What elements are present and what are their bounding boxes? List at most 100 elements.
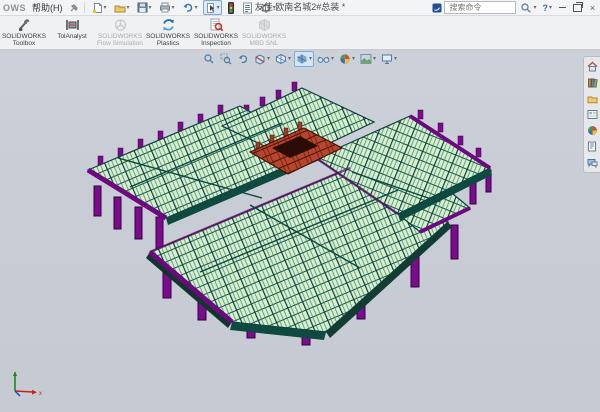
new-document-icon [92, 2, 103, 14]
plastics-icon [161, 18, 176, 32]
hide-show-items-button[interactable]: ▾ [315, 51, 336, 67]
graphics-viewport[interactable]: x ▾ ▾ ▾ [0, 48, 600, 412]
heads-up-view-toolbar: ▾ ▾ ▾ ▾ ▾ ▾ ▾ [201, 51, 399, 67]
restore-icon [573, 4, 582, 12]
dropdown-caret[interactable]: ▾ [352, 56, 355, 62]
addin-tolanalyst[interactable]: TolAnalyst [48, 17, 96, 49]
addin-solidworks-toolbox[interactable]: SOLIDWORKS Toolbox [0, 17, 48, 49]
document-title: 友佳.欧南名城2#总装 * [255, 0, 346, 15]
dropdown-caret[interactable]: ▾ [309, 56, 312, 62]
dropdown-caret[interactable]: ▾ [267, 56, 270, 62]
file-properties-button[interactable] [240, 0, 255, 15]
tab-view-palette[interactable] [586, 108, 599, 121]
close-button[interactable]: × [586, 2, 599, 14]
triad-x-label: x [39, 391, 42, 397]
help-glyph: ? [542, 3, 548, 13]
zoom-to-fit-icon [203, 53, 215, 65]
view-orientation-icon [275, 53, 287, 65]
tolanalyst-icon [65, 18, 80, 32]
dropdown-caret[interactable]: ▾ [394, 56, 397, 62]
pin-icon[interactable] [69, 3, 79, 13]
addin-flow-simulation[interactable]: SOLIDWORKS Flow Simulation [96, 17, 144, 49]
dropdown-caret[interactable]: ▾ [195, 5, 198, 11]
search-box[interactable] [444, 1, 516, 14]
solidworks-logo-fragment: OWS [3, 3, 26, 13]
addin-plastics[interactable]: SOLIDWORKS Plastics [144, 17, 192, 49]
print-icon [159, 2, 171, 13]
appearances-ball-icon [587, 125, 598, 136]
dropdown-caret[interactable]: ▾ [549, 5, 552, 11]
minimize-button[interactable] [556, 2, 569, 14]
zoom-to-area-button[interactable] [218, 51, 234, 67]
open-folder-icon [114, 2, 126, 14]
dropdown-caret[interactable]: ▾ [127, 5, 130, 11]
flow-simulation-icon [113, 18, 128, 32]
dropdown-caret[interactable]: ▾ [331, 56, 334, 62]
search-icon [520, 2, 532, 14]
addin-label: SOLIDWORKS Inspection [193, 33, 239, 47]
tab-solidworks-resources[interactable] [586, 60, 599, 73]
dropdown-caret[interactable]: ▾ [288, 56, 291, 62]
tab-file-explorer[interactable] [586, 92, 599, 105]
scene-icon [360, 53, 372, 65]
addin-label: SOLIDWORKS Plastics [145, 33, 191, 47]
view-orientation-button[interactable]: ▾ [273, 51, 293, 67]
section-view-button[interactable]: ▾ [252, 51, 272, 67]
titlebar-left-group: OWS 帮助(H) ▾ ▾ ▾ ▾ ▾ [0, 0, 278, 15]
title-bar: OWS 帮助(H) ▾ ▾ ▾ ▾ ▾ [0, 0, 600, 16]
tab-appearances-scenes[interactable] [586, 124, 599, 137]
toolbox-icon [17, 18, 32, 32]
dropdown-caret[interactable]: ▾ [217, 5, 220, 11]
zoom-to-area-icon [220, 53, 232, 65]
titlebar-right-group: ▾ ? ▾ × [432, 0, 599, 15]
restore-button[interactable] [571, 2, 584, 14]
formwork-model[interactable] [88, 82, 492, 345]
view-settings-button[interactable]: ▾ [379, 51, 399, 67]
zoom-to-fit-button[interactable] [201, 51, 217, 67]
edit-appearance-button[interactable]: ▾ [337, 51, 357, 67]
solidworks-search-logo-icon [432, 3, 442, 13]
search-input[interactable] [447, 2, 513, 13]
model-canvas[interactable]: x [0, 48, 600, 412]
dropdown-caret[interactable]: ▾ [533, 5, 536, 11]
dropdown-caret[interactable]: ▾ [373, 56, 376, 62]
display-style-icon [296, 53, 308, 65]
rebuild-button[interactable] [225, 0, 237, 15]
inspection-icon [209, 18, 224, 32]
custom-properties-icon [587, 141, 597, 152]
section-view-icon [254, 53, 266, 65]
appearance-ball-icon [339, 53, 351, 65]
dropdown-caret[interactable]: ▾ [172, 5, 175, 11]
previous-view-button[interactable] [235, 51, 251, 67]
solidworks-window: OWS 帮助(H) ▾ ▾ ▾ ▾ ▾ [0, 0, 600, 412]
new-document-button[interactable]: ▾ [90, 0, 109, 15]
addin-mbd-snl[interactable]: SOLIDWORKS MBD SNL [240, 17, 288, 49]
dropdown-caret[interactable]: ▾ [149, 5, 152, 11]
help-button[interactable]: ? ▾ [540, 0, 554, 15]
tab-solidworks-forum[interactable] [586, 156, 599, 169]
select-cursor-icon [205, 2, 216, 14]
apply-scene-button[interactable]: ▾ [358, 51, 378, 67]
addin-inspection[interactable]: SOLIDWORKS Inspection [192, 17, 240, 49]
command-manager-ribbon: SOLIDWORKS Toolbox TolAnalyst SOLIDWORKS… [0, 16, 600, 50]
save-button[interactable]: ▾ [135, 0, 154, 15]
folder-icon [587, 94, 598, 104]
display-style-button[interactable]: ▾ [294, 51, 314, 67]
menu-help[interactable]: 帮助(H) [29, 1, 66, 14]
open-button[interactable]: ▾ [112, 0, 132, 15]
file-properties-icon [242, 2, 253, 14]
select-button[interactable]: ▾ [203, 0, 222, 15]
tab-custom-properties[interactable] [586, 140, 599, 153]
undo-button[interactable]: ▾ [180, 0, 200, 15]
reference-triad: x [13, 372, 42, 397]
dropdown-caret[interactable]: ▾ [104, 5, 107, 11]
mbd-snl-icon [257, 18, 272, 32]
tab-design-library[interactable] [586, 76, 599, 89]
traffic-light-icon [227, 2, 235, 14]
search-button[interactable]: ▾ [518, 0, 538, 15]
addin-label: SOLIDWORKS Toolbox [1, 33, 47, 47]
print-button[interactable]: ▾ [157, 0, 177, 15]
previous-view-icon [237, 53, 249, 65]
addin-label: TolAnalyst [57, 33, 87, 40]
task-pane-tab-strip [583, 56, 600, 173]
